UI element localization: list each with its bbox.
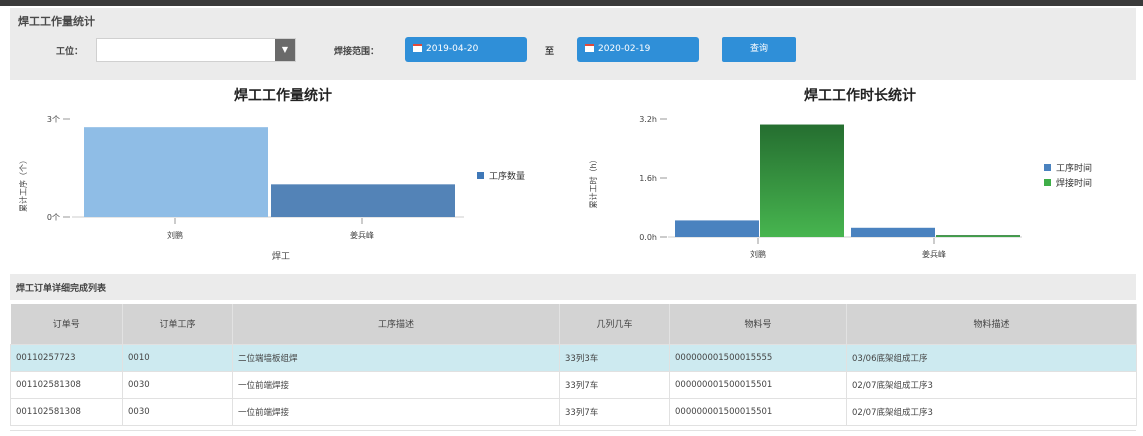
bar-s2-1	[760, 124, 844, 237]
column-header[interactable]: 订单号	[10, 304, 123, 344]
y-tick-label: 3个	[47, 115, 60, 124]
top-bar	[0, 0, 1143, 6]
work-hours-chart: 焊工工作时长统计 累计工时（h） 3.2h 1.6h 0.0h 刘鹏 姜兵峰 工…	[588, 87, 1092, 259]
x-tick-label: 刘鹏	[167, 230, 183, 240]
calendar-icon	[585, 44, 594, 52]
x-tick-label: 姜兵峰	[350, 230, 374, 240]
bar-1	[84, 127, 268, 217]
start-date-value: 2019-04-20	[426, 44, 479, 54]
bar-s1-2	[851, 227, 935, 237]
x-axis-label: 焊工	[272, 250, 290, 262]
column-header[interactable]: 物料描述	[846, 304, 1137, 344]
y-tick-label: 1.6h	[639, 174, 657, 183]
column-header[interactable]: 物料号	[669, 304, 847, 344]
legend-swatch	[477, 172, 484, 179]
bar-2	[271, 184, 455, 217]
end-date-value: 2020-02-19	[598, 44, 651, 54]
chart-title: 焊工工作量统计	[234, 87, 332, 104]
legend-label: 工序时间	[1056, 162, 1092, 174]
start-date-input[interactable]: 2019-04-20	[405, 37, 527, 62]
y-tick-label: 0个	[47, 213, 60, 222]
legend-swatch	[1044, 164, 1051, 171]
table-cell: 0030	[122, 370, 233, 399]
legend-swatch	[1044, 179, 1051, 186]
chart-title: 焊工工作时长统计	[804, 87, 916, 104]
table-cell: 000000001500015555	[669, 343, 847, 372]
table-cell: 0010	[122, 343, 233, 372]
station-label: 工位：	[56, 47, 84, 57]
column-header[interactable]: 订单工序	[122, 304, 233, 344]
order-list-header: 焊工订单详细完成列表	[10, 274, 1136, 300]
legend-label: 工序数量	[489, 170, 525, 182]
table-header-row: 订单号 订单工序 工序描述 几列几车 物料号 物料描述	[10, 304, 1137, 344]
column-header[interactable]: 几列几车	[559, 304, 670, 344]
table-cell: 001102581308	[10, 397, 123, 426]
table-cell: 000000001500015501	[669, 370, 847, 399]
table-cell: 33列3车	[559, 343, 670, 372]
table-cell: 二位端墙板组焊	[232, 343, 560, 372]
table-row[interactable]: 001102581308 0030 一位前端焊接 33列7车 000000001…	[10, 370, 1137, 399]
table-cell: 02/07底架组成工序3	[846, 397, 1137, 426]
table-cell: 0030	[122, 397, 233, 426]
table-cell: 00110257723	[10, 343, 123, 372]
filter-panel: 焊工工作量统计 工位： ▼ 焊接范围： 2019-04-20 至 2020-02…	[10, 8, 1136, 80]
x-tick-label: 刘鹏	[750, 249, 766, 259]
table-cell: 33列7车	[559, 397, 670, 426]
chevron-down-icon[interactable]: ▼	[275, 39, 295, 61]
table-bottom-border	[10, 430, 1136, 431]
y-tick-label: 0.0h	[639, 233, 657, 242]
to-label: 至	[545, 47, 555, 57]
legend-label: 焊接时间	[1056, 177, 1092, 189]
y-tick-label: 3.2h	[639, 115, 657, 124]
table-cell: 一位前端焊接	[232, 397, 560, 426]
table-cell: 33列7车	[559, 370, 670, 399]
column-header[interactable]: 工序描述	[232, 304, 560, 344]
range-label: 焊接范围：	[334, 47, 380, 57]
bar-s2-2	[936, 235, 1020, 237]
y-axis-label: 累计工序（个）	[18, 156, 28, 212]
calendar-icon	[413, 44, 422, 52]
table-cell: 03/06底架组成工序	[846, 343, 1137, 372]
table-cell: 000000001500015501	[669, 397, 847, 426]
order-table: 订单号 订单工序 工序描述 几列几车 物料号 物料描述 00110257723 …	[10, 304, 1137, 426]
bar-s1-1	[675, 220, 759, 237]
table-cell: 一位前端焊接	[232, 370, 560, 399]
section-title: 焊工订单详细完成列表	[16, 284, 107, 294]
table-cell: 001102581308	[10, 370, 123, 399]
workload-chart: 焊工工作量统计 累计工序（个） 3个 0个 刘鹏 姜兵峰 焊工 工序数量	[18, 87, 525, 262]
panel-title: 焊工工作量统计	[18, 15, 95, 28]
y-axis-label: 累计工时（h）	[588, 155, 598, 208]
table-row[interactable]: 00110257723 0010 二位端墙板组焊 33列3车 000000001…	[10, 343, 1137, 372]
end-date-input[interactable]: 2020-02-19	[577, 37, 699, 62]
query-button[interactable]: 查询	[722, 37, 796, 62]
x-tick-label: 姜兵峰	[922, 249, 946, 259]
station-select[interactable]: ▼	[96, 38, 296, 62]
table-row[interactable]: 001102581308 0030 一位前端焊接 33列7车 000000001…	[10, 397, 1137, 426]
table-cell: 02/07底架组成工序3	[846, 370, 1137, 399]
